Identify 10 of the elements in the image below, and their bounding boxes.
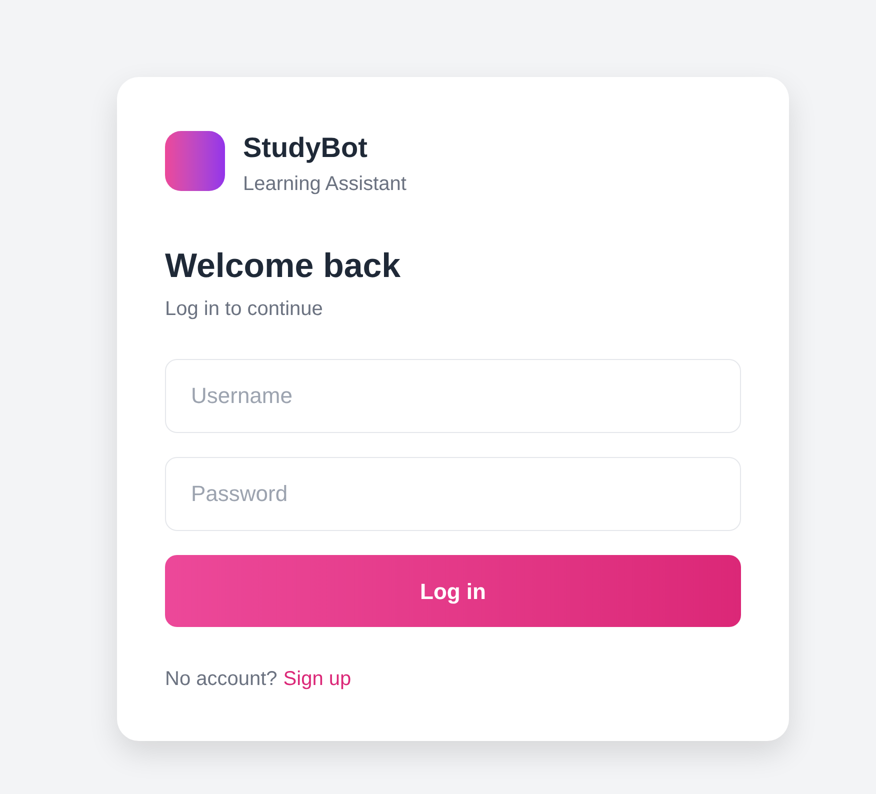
password-field[interactable]: Password <box>165 457 741 531</box>
sign-up-link[interactable]: Sign up <box>283 665 352 693</box>
login-button[interactable]: Log in <box>165 555 741 627</box>
page-subheading: Log in to continue <box>165 297 323 322</box>
app-subtitle: Learning Assistant <box>243 172 406 197</box>
signup-prompt: No account? <box>165 667 278 692</box>
username-field[interactable]: Username <box>165 359 741 433</box>
logo-icon <box>165 131 225 191</box>
app-name: StudyBot <box>243 131 368 165</box>
page-heading: Welcome back <box>165 246 401 287</box>
